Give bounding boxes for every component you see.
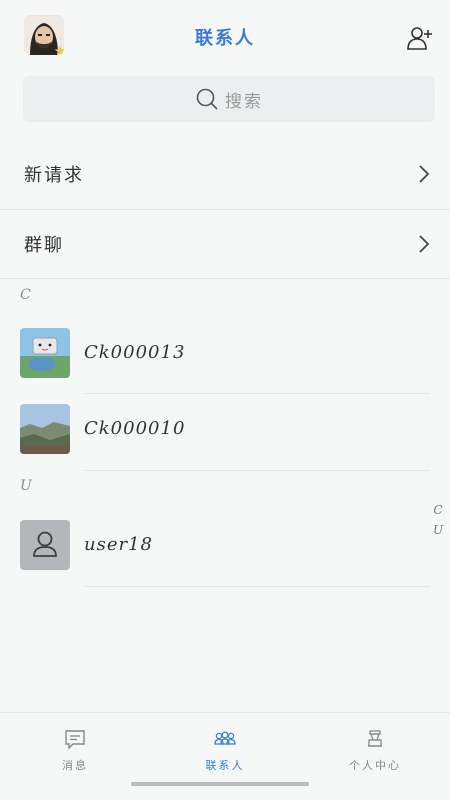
tab-bar: 消息 联系人 个人中心: [0, 712, 450, 800]
divider: [0, 278, 450, 279]
search-placeholder: 搜索: [225, 91, 263, 112]
tab-profile-label: 个人中心: [349, 759, 401, 772]
add-person-icon[interactable]: [406, 24, 434, 52]
index-letter-u[interactable]: U: [433, 520, 443, 540]
chevron-right-icon: [419, 235, 430, 253]
search-icon: [196, 88, 218, 110]
divider: [84, 586, 430, 587]
group-chat-row[interactable]: 群聊: [0, 210, 450, 278]
tab-messages[interactable]: 消息: [0, 713, 150, 800]
group-chat-label: 群聊: [24, 235, 64, 256]
contacts-icon: [214, 731, 236, 745]
divider: [84, 470, 430, 471]
contact-avatar: [20, 328, 70, 378]
search-bar[interactable]: 搜索: [23, 76, 435, 122]
new-requests-label: 新请求: [24, 165, 84, 186]
contact-avatar: [20, 520, 70, 570]
contact-avatar: [20, 404, 70, 454]
contact-name: Ck000013: [84, 342, 186, 363]
contact-item[interactable]: Ck000013: [0, 318, 450, 388]
alphabet-index: C U: [432, 500, 444, 540]
profile-icon: [368, 730, 382, 747]
section-letter-u: U: [20, 478, 32, 494]
contact-name: user18: [84, 534, 153, 555]
contact-name: Ck000010: [84, 418, 186, 439]
contact-item[interactable]: Ck000010: [0, 394, 450, 464]
contact-item[interactable]: user18: [0, 510, 450, 580]
tab-contacts-label: 联系人: [205, 759, 245, 772]
page-title: 联系人: [195, 28, 255, 49]
home-indicator: [131, 782, 309, 786]
section-letter-c: C: [20, 287, 31, 303]
tab-contacts[interactable]: 联系人: [150, 713, 300, 800]
message-icon: [65, 730, 85, 750]
tab-messages-label: 消息: [62, 759, 88, 772]
default-avatar-icon: [20, 520, 70, 570]
tab-profile[interactable]: 个人中心: [300, 713, 450, 800]
chevron-right-icon: [419, 165, 430, 183]
new-requests-row[interactable]: 新请求: [0, 140, 450, 208]
header: 联系人: [0, 0, 450, 72]
index-letter-c[interactable]: C: [433, 500, 442, 520]
